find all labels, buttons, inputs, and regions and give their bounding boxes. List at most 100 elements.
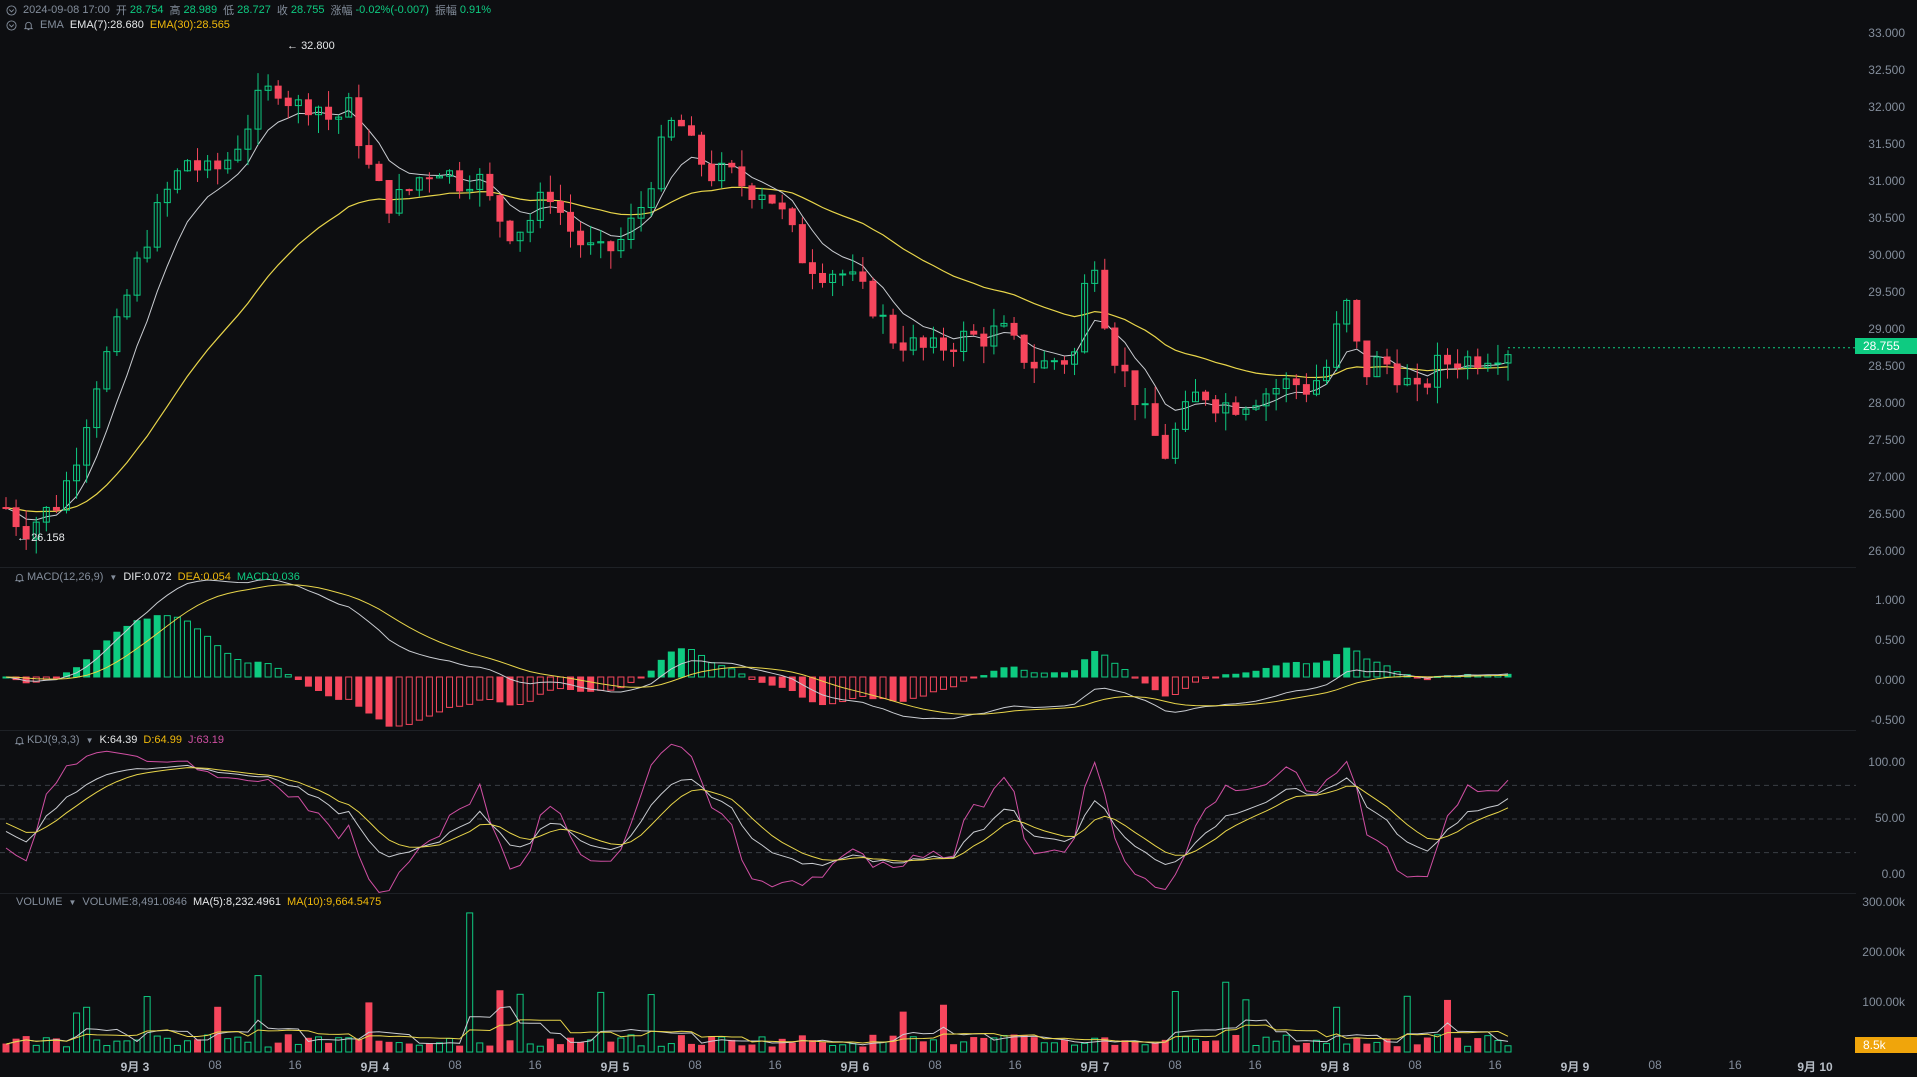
volume-bar — [607, 1041, 615, 1053]
macd-bar — [294, 676, 302, 681]
volume-bar — [194, 1039, 202, 1053]
macd-bar — [970, 676, 978, 679]
volume-bar — [798, 1035, 806, 1053]
macd-name[interactable]: MACD(12,26,9) — [27, 571, 103, 583]
volume-bar — [829, 1044, 837, 1053]
time-axis-tick: 9月 8 — [1320, 1060, 1350, 1074]
macd-dea-line — [5, 584, 1509, 715]
price-axis-tick: 31.000 — [1868, 174, 1905, 188]
candle-body — [768, 194, 776, 204]
volume-bar — [808, 1040, 816, 1053]
bell-icon[interactable] — [14, 572, 25, 583]
macd-bar — [1292, 661, 1300, 678]
macd-dea: DEA:0.054 — [177, 571, 231, 583]
ohlc-datetime: 2024-09-08 17:00 — [23, 4, 110, 16]
volume-bar — [698, 1044, 706, 1053]
volume-bar — [919, 1041, 927, 1053]
volume-bar — [153, 1035, 161, 1053]
macd-bar — [778, 676, 786, 688]
macd-bar — [1010, 666, 1018, 678]
high-value: 28.989 — [183, 4, 218, 16]
volume-bar — [1040, 1042, 1048, 1053]
time-axis-tick: 16 — [528, 1058, 542, 1072]
price-axis-tick: 31.500 — [1868, 137, 1905, 151]
kdj-name[interactable]: KDJ(9,3,3) — [27, 734, 80, 746]
candle-body — [194, 160, 202, 171]
volume-ma5: MA(5):8,232.4961 — [192, 896, 282, 908]
volume-bar — [1050, 1042, 1058, 1053]
time-axis-tick: 9月 5 — [600, 1060, 630, 1074]
dropdown-icon[interactable]: ▼ — [68, 898, 76, 907]
time-axis-tick: 16 — [288, 1058, 302, 1072]
macd-bar — [1020, 669, 1028, 678]
macd-bar — [919, 676, 927, 697]
volume-bar — [758, 1036, 766, 1053]
candle-body — [1101, 269, 1109, 329]
change-value: -0.02%(-0.007) — [355, 4, 429, 16]
macd-bar — [1282, 662, 1290, 678]
volume-bar — [1312, 1039, 1320, 1053]
volume-axis-tick: 200.00k — [1862, 945, 1905, 959]
candle-body — [1383, 356, 1391, 365]
candle-body — [577, 230, 585, 246]
kdj-k-line — [5, 764, 1509, 867]
volume-bar — [1081, 1042, 1089, 1053]
volume-name[interactable]: VOLUME — [16, 896, 62, 908]
chart-canvas[interactable] — [0, 0, 1917, 1077]
macd-bar — [446, 676, 454, 708]
volume-ma5-line — [5, 1006, 1509, 1046]
price-axis-tick: 32.500 — [1868, 63, 1905, 77]
collapse-icon[interactable] — [6, 19, 17, 31]
bell-icon[interactable] — [23, 20, 34, 31]
volume-bar — [506, 1040, 514, 1053]
dropdown-icon[interactable]: ▼ — [109, 573, 117, 582]
macd-bar — [173, 616, 181, 678]
macd-bar — [1272, 665, 1280, 678]
bell-icon[interactable] — [14, 735, 25, 746]
macd-bar — [667, 651, 675, 678]
volume-bar — [1474, 1038, 1482, 1053]
macd-bar — [637, 676, 645, 679]
candle-body — [1010, 322, 1018, 336]
volume-bar — [1504, 1045, 1512, 1053]
volume-bar — [204, 1034, 212, 1053]
volume-bar — [62, 1046, 70, 1053]
candle-body — [1212, 399, 1220, 414]
macd-bar — [627, 676, 635, 683]
collapse-icon[interactable] — [6, 4, 17, 16]
candle-body — [385, 180, 393, 214]
volume-bar — [496, 990, 504, 1053]
volume-bar — [415, 1044, 423, 1053]
volume-bar — [1393, 1046, 1401, 1053]
candle-body — [698, 134, 706, 165]
candle-body — [869, 280, 877, 317]
volume-bar — [1454, 1037, 1462, 1053]
candle-body — [1353, 299, 1361, 342]
volume-bar — [73, 1012, 81, 1053]
candle-body — [819, 272, 827, 283]
time-axis-tick: 9月 6 — [840, 1060, 870, 1074]
volume-bar — [929, 1039, 937, 1053]
macd-bar — [385, 676, 393, 727]
macd-bar — [1262, 667, 1270, 678]
volume-bar — [839, 1044, 847, 1053]
candle-body — [1454, 363, 1462, 369]
volume-bar — [435, 1042, 443, 1053]
volume-bar — [395, 1042, 403, 1053]
volume-bar — [1141, 1044, 1149, 1053]
macd-bar — [1242, 672, 1250, 678]
volume-bar — [183, 1040, 191, 1053]
price-axis-tick: 26.000 — [1868, 544, 1905, 558]
volume-bar — [1363, 1043, 1371, 1053]
volume-bar — [627, 1034, 635, 1053]
volume-bar — [738, 1045, 746, 1053]
dropdown-icon[interactable]: ▼ — [86, 736, 94, 745]
candle-body — [839, 273, 847, 276]
price-axis-tick: 28.500 — [1868, 359, 1905, 373]
candle-body — [496, 195, 504, 222]
candle-body — [1060, 360, 1068, 365]
candle-body — [1232, 402, 1240, 415]
volume-bar — [365, 1002, 373, 1053]
macd-bar — [1000, 667, 1008, 678]
change-label: 涨幅 — [330, 5, 353, 17]
